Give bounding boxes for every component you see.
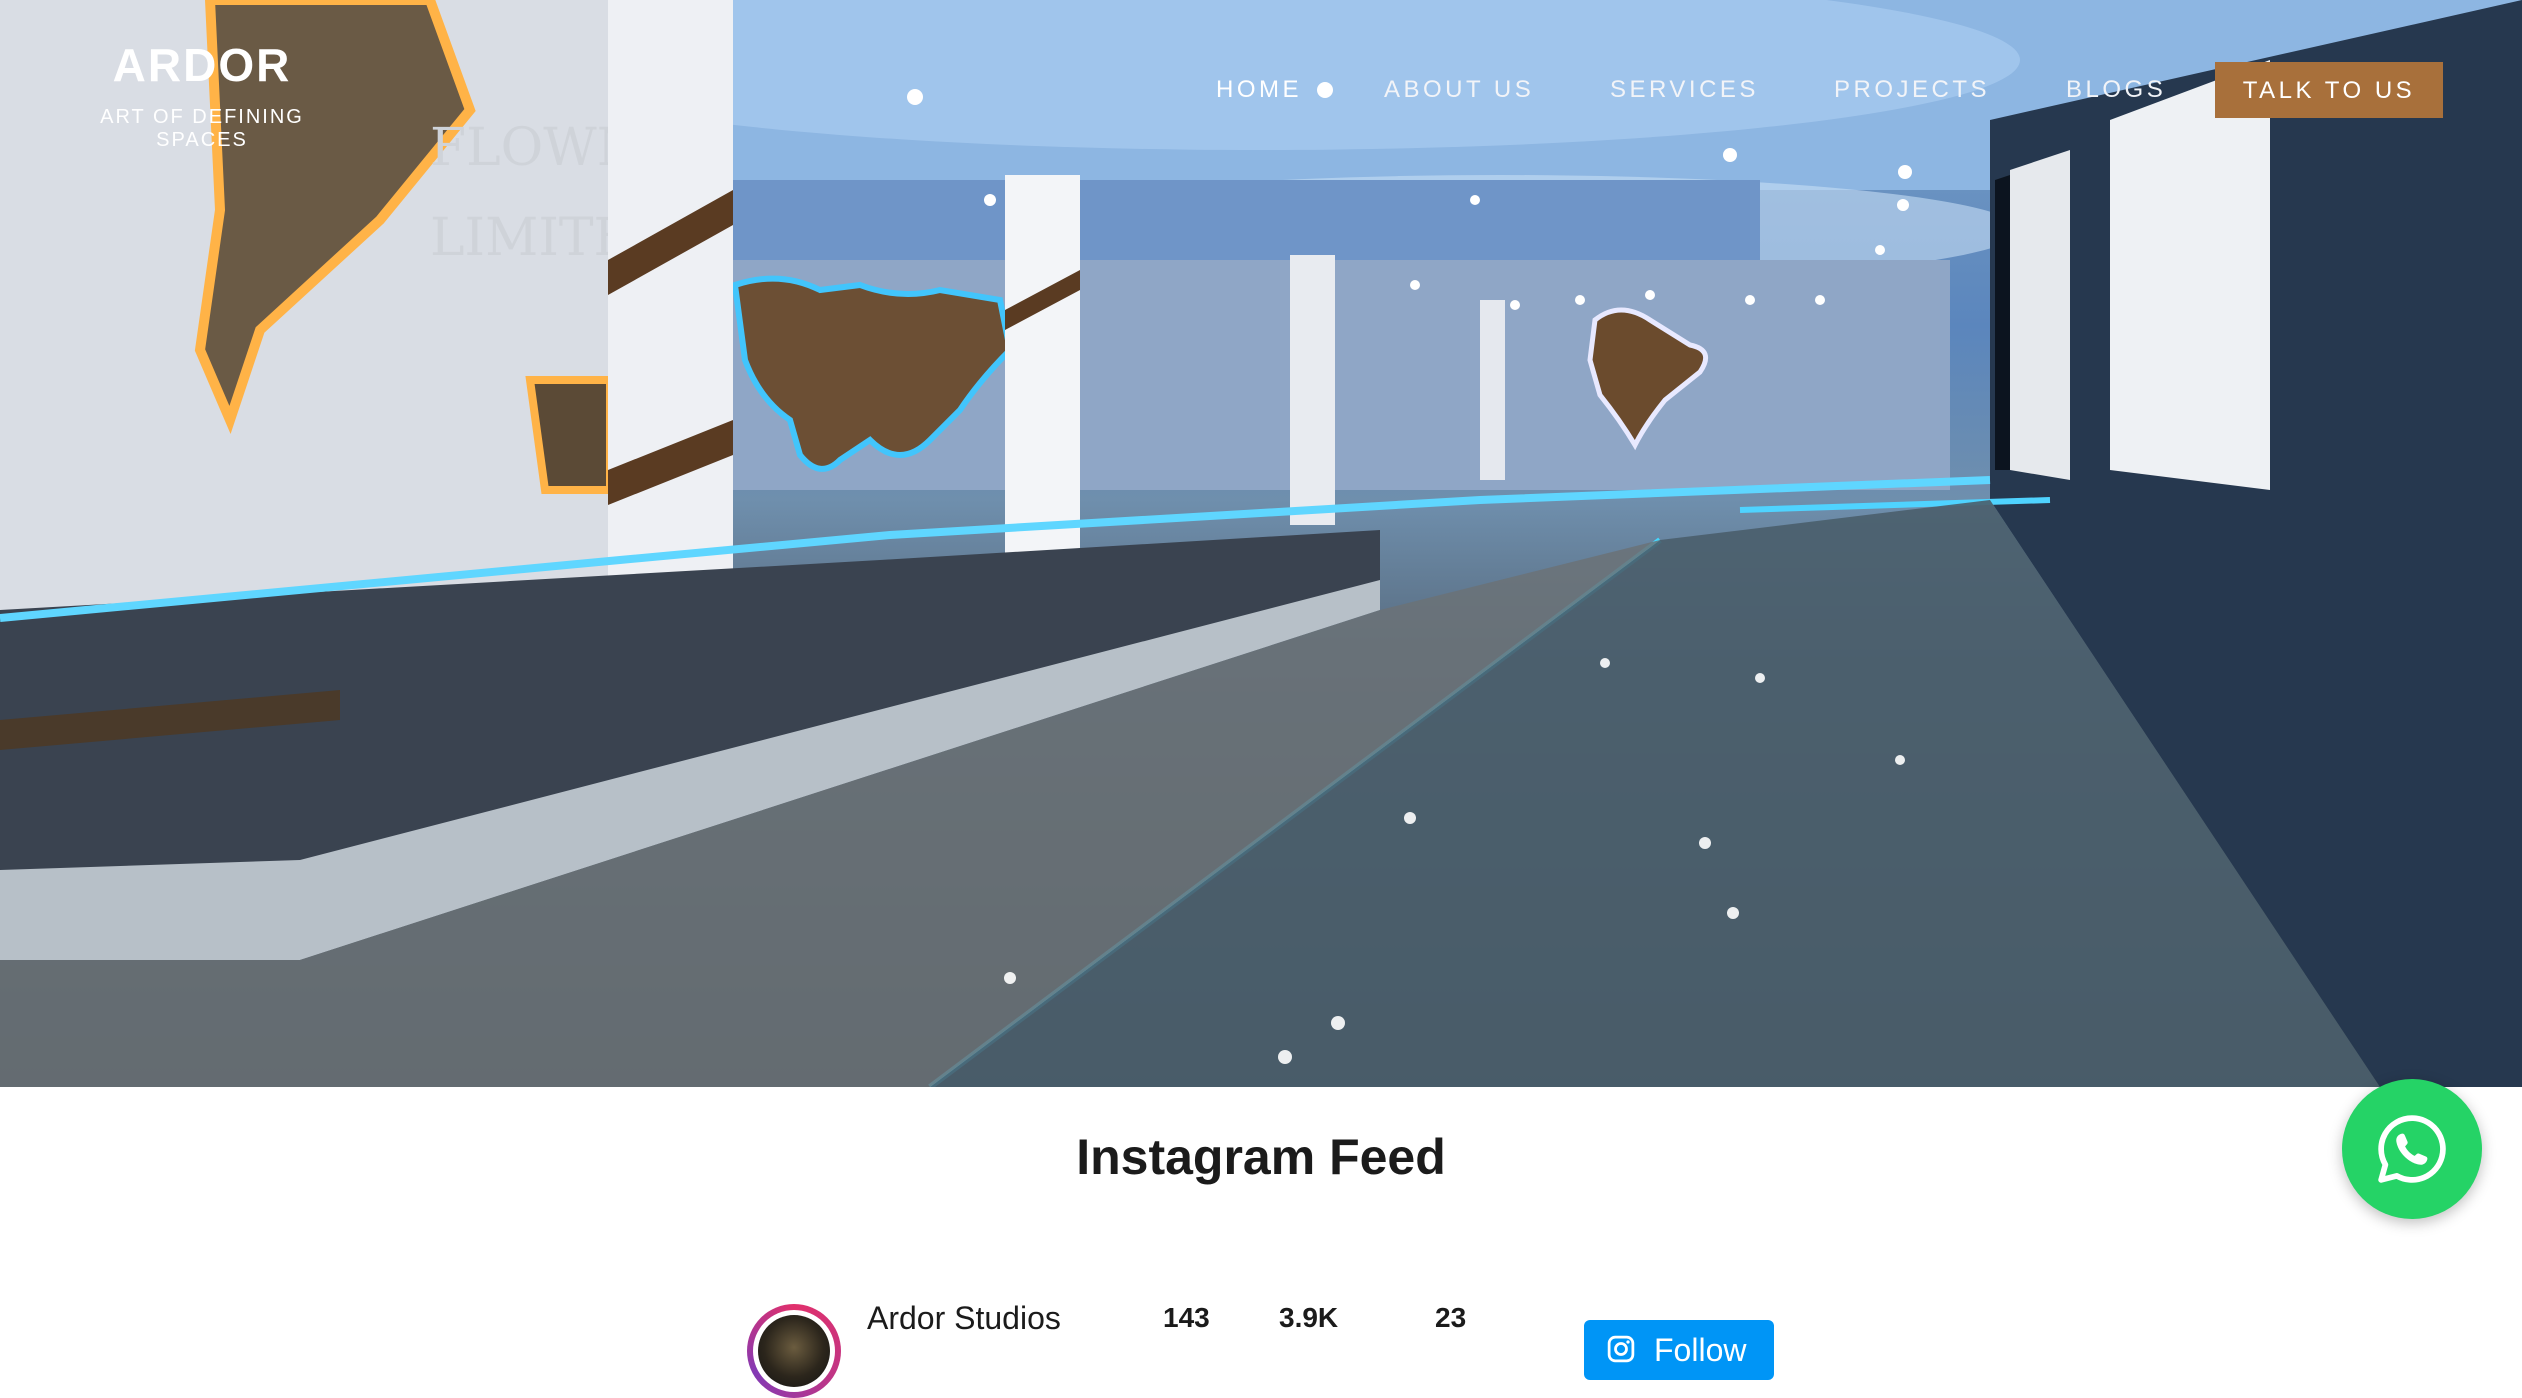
profile-avatar[interactable]	[747, 1304, 841, 1398]
instagram-profile-header: Ardor Studios 143 3.9K 23 Follow	[745, 1300, 1845, 1398]
stat-posts: 143	[1163, 1302, 1210, 1333]
follow-button[interactable]: Follow	[1584, 1320, 1774, 1380]
nav-item-blogs[interactable]: BLOGS	[2066, 62, 2166, 118]
profile-name[interactable]: Ardor Studios	[867, 1300, 1061, 1337]
whatsapp-icon	[2378, 1115, 2446, 1183]
nav-item-about-us[interactable]: ABOUT US	[1384, 62, 1534, 118]
wall-sign-2: LIMITE	[430, 208, 632, 268]
instagram-feed-title: Instagram Feed	[1076, 1129, 1446, 1185]
nav-item-home[interactable]: HOME	[1216, 62, 1302, 118]
stat-followers: 3.9K	[1279, 1302, 1339, 1333]
hero-background-image: FLOWM LIMITE	[0, 0, 2522, 1087]
talk-to-us-button[interactable]: TALK TO US	[2215, 62, 2443, 118]
nav-item-projects[interactable]: PROJECTS	[1834, 62, 1990, 118]
follow-label: Follow	[1654, 1332, 1747, 1368]
profile-avatar-image	[758, 1315, 830, 1387]
whatsapp-chat-button[interactable]	[2342, 1079, 2482, 1219]
stat-following: 23	[1435, 1302, 1467, 1333]
nav-item-services[interactable]: SERVICES	[1610, 62, 1759, 118]
main-nav: HOME ABOUT US SERVICES PROJECTS BLOGS	[0, 62, 2522, 118]
hero-banner: FLOWM LIMITE ARDOR ART OF DEFINING SPACE…	[0, 0, 2522, 1087]
